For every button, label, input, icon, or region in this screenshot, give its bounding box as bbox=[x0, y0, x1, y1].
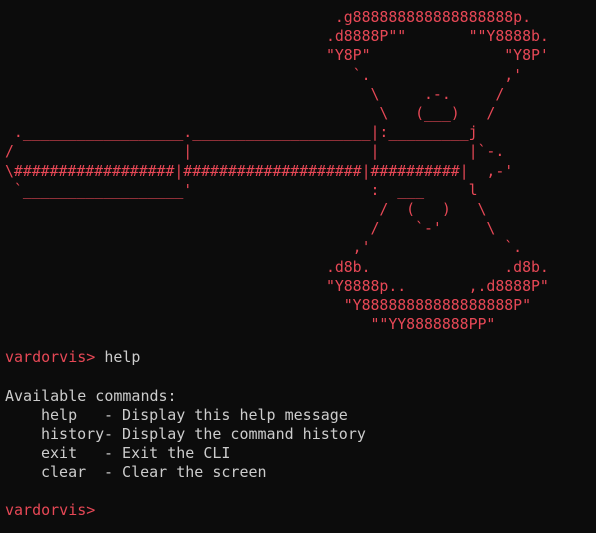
help-row-exit: exit - Exit the CLI bbox=[41, 444, 230, 463]
command-name: exit bbox=[41, 444, 78, 462]
output-header: Available commands: bbox=[5, 387, 177, 405]
command-name: help bbox=[41, 406, 78, 424]
command-line-1: vardorvis> help bbox=[5, 348, 140, 367]
command-name: history bbox=[41, 425, 105, 443]
ascii-art-banner: .g888888888888888888p. .d8888P"" ""Y8888… bbox=[5, 8, 549, 334]
help-row-help: help - Display this help message bbox=[41, 406, 348, 425]
command-description: - Exit the CLI bbox=[104, 444, 231, 462]
command-line-2[interactable]: vardorvis> bbox=[5, 501, 95, 520]
help-row-history: history- Display the command history bbox=[41, 425, 366, 444]
terminal-window[interactable]: .g888888888888888888p. .d8888P"" ""Y8888… bbox=[0, 0, 596, 533]
help-row-clear: clear - Clear the screen bbox=[41, 463, 267, 482]
command-description: - Clear the screen bbox=[104, 463, 267, 481]
command-description: - Display the command history bbox=[104, 425, 366, 443]
command-name: clear bbox=[41, 463, 87, 481]
entered-command: help bbox=[104, 348, 141, 366]
prompt: vardorvis> bbox=[5, 501, 96, 519]
command-description: - Display this help message bbox=[104, 406, 348, 424]
prompt: vardorvis> bbox=[5, 348, 96, 366]
